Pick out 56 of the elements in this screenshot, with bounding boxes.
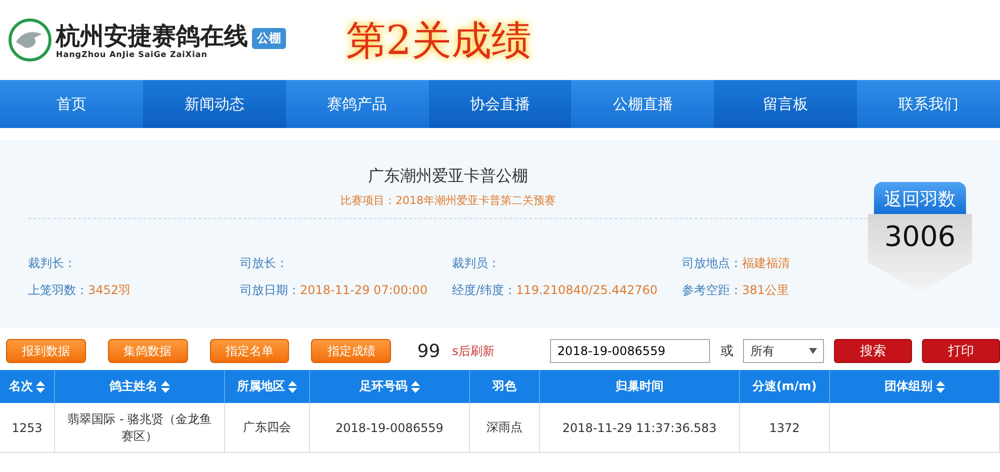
table-cell: 2018-11-29 11:37:36.583: [540, 403, 740, 452]
page-title: 第2关成绩: [346, 16, 532, 66]
action-button[interactable]: 搜索: [834, 339, 912, 363]
info-field: 裁判长：: [28, 255, 240, 272]
info-field: 司放日期：2018-11-29 07:00:00: [240, 282, 452, 299]
sort-icon[interactable]: [36, 380, 45, 392]
race-name: 比赛项目：2018年潮州爱亚卡普第二关预赛: [340, 193, 556, 208]
sort-icon[interactable]: [160, 380, 170, 392]
column-header[interactable]: 团体组别: [830, 370, 1000, 403]
or-label: 或: [720, 343, 734, 360]
table-cell: 翡翠国际 - 骆兆贤（金龙鱼赛区）: [55, 403, 225, 452]
column-header[interactable]: 归巢时间: [540, 370, 740, 403]
nav-item[interactable]: 协会直播: [428, 80, 572, 128]
column-header[interactable]: 羽色: [470, 370, 540, 403]
sort-icon[interactable]: [936, 380, 944, 392]
filter-select[interactable]: 所有: [743, 339, 824, 363]
table-cell: 广东四会: [225, 403, 310, 452]
info-field: 裁判员：: [452, 255, 682, 272]
column-header[interactable]: 名次: [0, 370, 55, 403]
data-button[interactable]: 指定成绩: [311, 339, 392, 363]
caret-icon: [809, 348, 818, 354]
nav-item[interactable]: 联系我们: [857, 80, 1000, 128]
info-field: 司放地点：福建福清: [682, 255, 862, 272]
loft-badge: 公棚: [252, 28, 286, 49]
refresh-label: s后刷新: [452, 342, 494, 360]
bird-logo-icon: [8, 18, 52, 62]
table-cell: 2018-19-0086559: [310, 403, 470, 452]
info-field: 参考空距：381公里: [682, 282, 862, 299]
column-header[interactable]: 所属地区: [225, 370, 310, 403]
sort-icon[interactable]: [410, 380, 420, 392]
nav-item[interactable]: 公棚直播: [571, 80, 714, 128]
table-cell: 1253: [0, 403, 55, 452]
sort-icon[interactable]: [288, 380, 297, 392]
info-field: 经度/纬度：119.210840/25.442760: [452, 282, 682, 299]
column-header[interactable]: 分速(m/m): [740, 370, 830, 403]
nav-item[interactable]: 赛鸽产品: [286, 80, 429, 128]
site-pinyin: HangZhou AnJie SaiGe ZaiXian: [56, 50, 208, 58]
column-header[interactable]: 鸽主姓名: [55, 370, 225, 403]
data-button[interactable]: 报到数据: [6, 339, 86, 363]
ring-search-field[interactable]: 2018-19-0086559: [550, 339, 710, 363]
returned-count: 3006: [884, 220, 956, 254]
countdown: 99: [417, 340, 440, 362]
nav-item[interactable]: 留言板: [714, 80, 858, 128]
site-name: 杭州安捷赛鸽在线: [56, 22, 248, 50]
returned-label: 返回羽数: [874, 182, 966, 214]
nav-item[interactable]: 首页: [0, 80, 143, 128]
nav-item[interactable]: 新闻动态: [142, 80, 286, 128]
action-button[interactable]: 打印: [922, 339, 1000, 363]
table-cell: 1372: [740, 403, 830, 452]
data-button[interactable]: 指定名单: [210, 339, 290, 363]
data-button[interactable]: 集鸽数据: [108, 339, 188, 363]
column-header[interactable]: 足环号码: [310, 370, 470, 403]
info-field: 司放长：: [240, 255, 452, 272]
info-field: 上笼羽数：3452羽: [28, 282, 240, 299]
loft-name: 广东潮州爱亚卡普公棚: [367, 166, 529, 187]
table-cell: 深雨点: [470, 403, 540, 452]
